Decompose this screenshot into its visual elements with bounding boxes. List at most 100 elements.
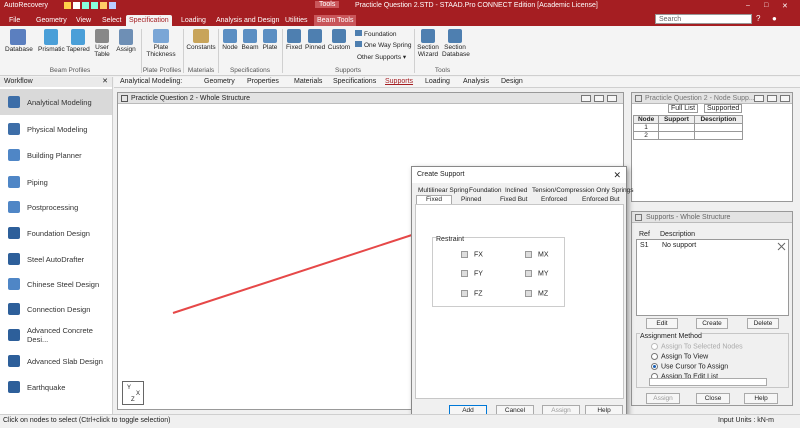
page-materials[interactable]: Materials: [294, 78, 322, 85]
one-way-spring-button[interactable]: One Way Spring: [355, 41, 411, 49]
save-icon[interactable]: [73, 2, 80, 9]
page-properties[interactable]: Properties: [247, 78, 279, 85]
workflow-item-chinese-steel-design[interactable]: Chinese Steel Design: [0, 271, 112, 297]
user-icon[interactable]: ●: [772, 14, 777, 23]
tab-enforced[interactable]: Enforced: [541, 196, 567, 203]
workflow-item-advanced-concrete-design[interactable]: Advanced Concrete Desi...: [0, 322, 112, 348]
use-cursor-to-assign-option[interactable]: Use Cursor To Assign: [651, 363, 728, 370]
table-row[interactable]: 1: [632, 123, 744, 132]
help-icon[interactable]: ?: [756, 14, 760, 23]
other-supports-dropdown[interactable]: Other Supports ▾: [357, 53, 406, 61]
edit-button[interactable]: Edit: [646, 318, 678, 329]
my-checkbox[interactable]: MY: [525, 270, 549, 277]
tab-utilities[interactable]: Utilities: [282, 15, 311, 26]
restore-icon[interactable]: [594, 95, 604, 102]
tab-fixed[interactable]: Fixed: [416, 195, 452, 204]
workflow-item-connection-design[interactable]: Connection Design: [0, 296, 112, 322]
page-supports[interactable]: Supports: [385, 78, 413, 85]
supports-panel[interactable]: Supports - Whole Structure Ref Descripti…: [631, 211, 793, 406]
close-icon[interactable]: ✕: [102, 77, 108, 87]
supports-list[interactable]: S1 No support: [636, 239, 789, 316]
fy-checkbox[interactable]: FY: [461, 270, 483, 277]
tab-fixed-but[interactable]: Fixed But: [500, 196, 527, 203]
print-icon[interactable]: [109, 2, 116, 9]
workflow-item-postprocessing[interactable]: Postprocessing: [0, 194, 112, 220]
workflow-item-building-planner[interactable]: Building Planner: [0, 142, 112, 168]
assign-profile-button[interactable]: Assign: [115, 29, 137, 53]
tab-select[interactable]: Select: [99, 15, 124, 26]
section-database-button[interactable]: Section Database: [442, 29, 470, 58]
mz-checkbox[interactable]: MZ: [525, 290, 548, 297]
page-design[interactable]: Design: [501, 78, 523, 85]
section-wizard-button[interactable]: Section Wizard: [416, 29, 440, 58]
tab-foundation[interactable]: Foundation: [469, 187, 502, 194]
workflow-item-foundation-design[interactable]: Foundation Design: [0, 220, 112, 246]
assign-button[interactable]: Assign: [646, 393, 680, 404]
beam-spec-button[interactable]: Beam: [241, 29, 259, 51]
page-geometry[interactable]: Geometry: [204, 78, 235, 85]
custom-support-button[interactable]: Custom: [327, 29, 351, 51]
workflow-item-steel-autodrafter[interactable]: Steel AutoDrafter: [0, 246, 112, 272]
close-button[interactable]: Close: [696, 393, 730, 404]
undo-icon[interactable]: [82, 2, 89, 9]
plate-spec-button[interactable]: Plate: [261, 29, 279, 51]
fx-checkbox[interactable]: FX: [461, 251, 483, 258]
plate-thickness-button[interactable]: Plate Thickness: [146, 29, 176, 58]
page-loading[interactable]: Loading: [425, 78, 450, 85]
autorecovery-label[interactable]: AutoRecovery: [4, 2, 48, 9]
node-spec-button[interactable]: Node: [221, 29, 239, 51]
close-icon[interactable]: ✕: [782, 2, 788, 10]
assign-to-view-option[interactable]: Assign To View: [651, 353, 708, 360]
database-button[interactable]: Database: [5, 29, 33, 53]
tab-beam-tools[interactable]: Beam Tools: [314, 15, 357, 26]
prismatic-button[interactable]: Prismatic: [38, 29, 65, 53]
minimize-icon[interactable]: [754, 95, 764, 102]
maximize-icon[interactable]: □: [764, 2, 768, 9]
close-icon[interactable]: [607, 95, 617, 102]
workflow-item-earthquake[interactable]: Earthquake: [0, 374, 112, 400]
close-icon[interactable]: [777, 242, 786, 251]
tab-geometry[interactable]: Geometry: [33, 15, 70, 26]
assign-to-selected-nodes-option[interactable]: Assign To Selected Nodes: [651, 343, 743, 350]
open-icon[interactable]: [64, 2, 71, 9]
mx-checkbox[interactable]: MX: [525, 251, 549, 258]
list-item[interactable]: S1 No support: [638, 241, 788, 250]
tab-analysis-and-design[interactable]: Analysis and Design: [213, 15, 282, 26]
delete-button[interactable]: Delete: [747, 318, 779, 329]
workflow-item-physical-modeling[interactable]: Physical Modeling: [0, 116, 112, 142]
tab-view[interactable]: View: [73, 15, 94, 26]
tab-supported[interactable]: Supported: [704, 104, 743, 113]
page-analysis[interactable]: Analysis: [463, 78, 489, 85]
constants-button[interactable]: Constants: [186, 29, 216, 51]
minimize-icon[interactable]: –: [746, 2, 750, 9]
tab-inclined[interactable]: Inclined: [505, 187, 527, 194]
tab-tension-compression-only-springs[interactable]: Tension/Compression Only Springs: [532, 187, 634, 194]
page-specifications[interactable]: Specifications: [333, 78, 376, 85]
restore-icon[interactable]: [767, 95, 777, 102]
search-input[interactable]: Search: [655, 14, 752, 24]
run-icon[interactable]: [100, 2, 107, 9]
tapered-button[interactable]: Tapered: [66, 29, 90, 53]
tab-enforced-but[interactable]: Enforced But: [582, 196, 620, 203]
foundation-button[interactable]: Foundation: [355, 30, 397, 38]
tab-pinned[interactable]: Pinned: [461, 196, 481, 203]
fz-checkbox[interactable]: FZ: [461, 290, 483, 297]
close-icon[interactable]: [780, 95, 790, 102]
table-row[interactable]: 2: [632, 131, 744, 140]
tab-full-list[interactable]: Full List: [668, 104, 699, 113]
help-button[interactable]: Help: [744, 393, 778, 404]
create-button[interactable]: Create: [696, 318, 728, 329]
fixed-support-button[interactable]: Fixed: [285, 29, 303, 51]
tab-multilinear-spring[interactable]: Multilinear Spring: [418, 187, 468, 194]
redo-icon[interactable]: [91, 2, 98, 9]
minimize-icon[interactable]: [581, 95, 591, 102]
user-table-button[interactable]: User Table: [91, 29, 113, 58]
tab-specification[interactable]: Specification: [126, 15, 172, 26]
edit-list-input[interactable]: [649, 378, 767, 386]
workflow-item-analytical-modeling[interactable]: Analytical Modeling: [0, 89, 112, 115]
workflow-item-piping[interactable]: Piping: [0, 169, 112, 195]
beam-member[interactable]: [172, 232, 419, 314]
close-icon[interactable]: ✕: [613, 167, 621, 183]
pinned-support-button[interactable]: Pinned: [305, 29, 325, 51]
tab-loading[interactable]: Loading: [178, 15, 209, 26]
